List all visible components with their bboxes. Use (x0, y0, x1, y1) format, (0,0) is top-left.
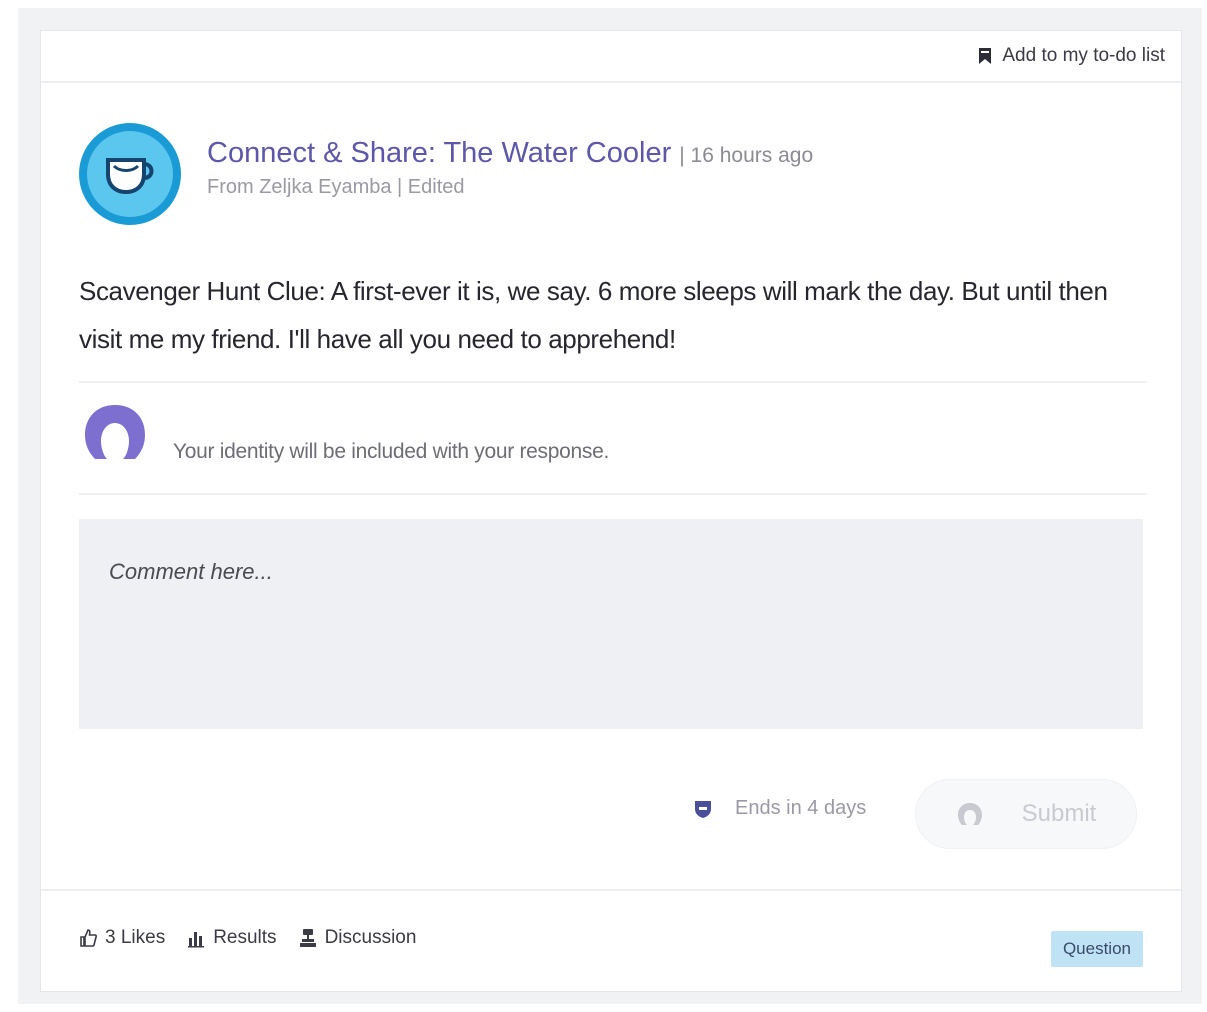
discussion-button[interactable]: Discussion (299, 927, 417, 949)
discussion-icon (299, 929, 316, 947)
card-footer: 3 Likes Results Discussion Question (41, 889, 1181, 993)
add-to-todo-button[interactable]: Add to my to-do list (978, 45, 1165, 67)
divider (79, 381, 1147, 383)
group-title-link[interactable]: Connect & Share: The Water Cooler (207, 137, 671, 170)
thumbs-up-icon (80, 929, 97, 947)
bookmark-icon (979, 48, 992, 64)
add-to-todo-label: Add to my to-do list (1002, 45, 1165, 66)
group-avatar[interactable] (79, 123, 181, 225)
group-avatar-inner (87, 131, 173, 217)
post-card: Add to my to-do list Connect & Share: Th… (40, 30, 1182, 992)
discussion-label: Discussion (324, 927, 417, 948)
deadline-text: Ends in 4 days (735, 797, 867, 819)
post-body: Scavenger Hunt Clue: A first-ever it is,… (79, 276, 1108, 354)
user-silhouette-icon (85, 405, 145, 459)
submit-button[interactable]: Submit (915, 779, 1137, 849)
results-label: Results (213, 927, 277, 948)
deadline-indicator: Ends in 4 days (693, 797, 866, 820)
post-time: | 16 hours ago (679, 144, 814, 167)
post-author-line: From Zeljka Eyamba | Edited (207, 176, 465, 198)
post-header: Connect & Share: The Water Cooler | 16 h… (207, 137, 813, 199)
divider (79, 493, 1147, 495)
likes-label: 3 Likes (105, 927, 166, 948)
results-button[interactable]: Results (187, 927, 277, 949)
post-type-badge: Question (1050, 931, 1143, 967)
comment-input[interactable] (79, 519, 1143, 729)
submit-label: Submit (1021, 800, 1097, 827)
bar-chart-icon (188, 932, 205, 948)
footer-actions: 3 Likes Results Discussion (79, 927, 438, 949)
identity-notice: Your identity will be included with your… (173, 440, 609, 463)
user-silhouette-icon (957, 803, 982, 825)
teacup-icon (106, 158, 154, 195)
shield-icon (695, 800, 711, 818)
likes-button[interactable]: 3 Likes (79, 927, 165, 949)
card-topbar: Add to my to-do list (41, 31, 1181, 83)
post-title-row: Connect & Share: The Water Cooler | 16 h… (207, 137, 813, 170)
